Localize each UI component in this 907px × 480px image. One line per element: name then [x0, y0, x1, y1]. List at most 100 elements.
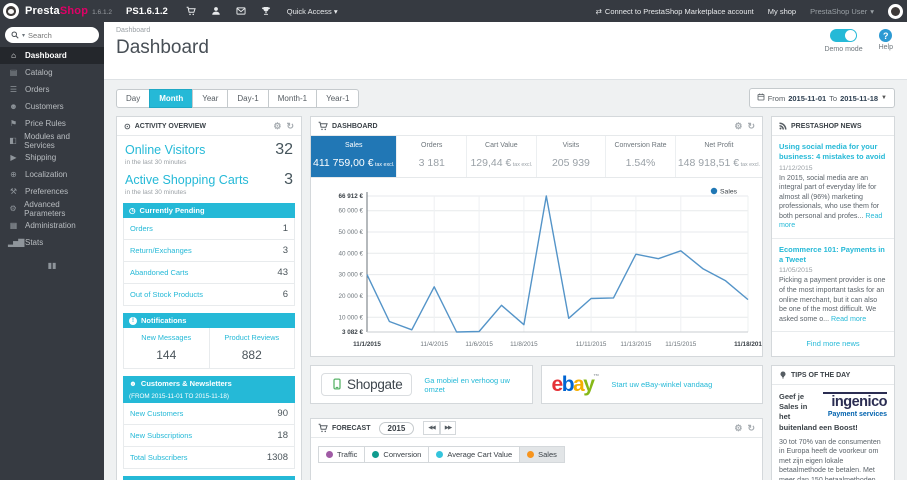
my-shop-link[interactable]: My shop: [768, 7, 796, 16]
stat-row-label[interactable]: Total Subscribers: [130, 453, 188, 462]
stat-column-label[interactable]: New Messages: [126, 333, 207, 342]
sidebar-item-dashboard[interactable]: ⌂ Dashboard: [0, 47, 104, 64]
panel-settings-icon[interactable]: ⚙: [273, 121, 281, 132]
search-input[interactable]: [28, 30, 83, 40]
sidebar-item-shipping[interactable]: ▶ Shipping: [0, 149, 104, 166]
sidebar-item-administration[interactable]: ▦ Administration: [0, 217, 104, 234]
stat-row-label[interactable]: Out of Stock Products: [130, 290, 203, 299]
forecast-legend-traffic[interactable]: Traffic: [318, 446, 366, 463]
demo-mode-toggle[interactable]: [830, 29, 858, 42]
kpi-sales[interactable]: Sales 411 759,00 € tax excl.: [311, 136, 398, 177]
stat-row: New Subscriptions 18: [124, 425, 294, 447]
panel-settings-icon[interactable]: ⚙: [734, 121, 742, 132]
legend-label: Average Cart Value: [447, 450, 513, 459]
cart-icon: [318, 121, 328, 131]
forecast-legend-average-cart-value[interactable]: Average Cart Value: [428, 446, 521, 463]
search-icon: [11, 31, 19, 39]
svg-text:11/15/2015: 11/15/2015: [665, 341, 697, 348]
sidebar: ▾ ⌂ Dashboard ▤ Catalog ☰ Orders ☻ Customers ⚑ Pr…: [0, 22, 104, 480]
online-visitors-link[interactable]: Online Visitors: [125, 143, 205, 157]
sidebar-item-price-rules[interactable]: ⚑ Price Rules: [0, 115, 104, 132]
stat-row-label[interactable]: New Subscriptions: [130, 431, 192, 440]
sidebar-menu: ⌂ Dashboard ▤ Catalog ☰ Orders ☻ Customers ⚑ Pric…: [0, 47, 104, 251]
stat-row-label[interactable]: Orders: [130, 224, 153, 233]
trophy-icon[interactable]: [261, 6, 271, 16]
stat-row-label[interactable]: Return/Exchanges: [130, 246, 192, 255]
cart-icon[interactable]: [186, 6, 196, 16]
sidebar-item-customers[interactable]: ☻ Customers: [0, 98, 104, 115]
news-article-title[interactable]: Ecommerce 101: Payments in a Tweet: [779, 245, 887, 265]
help-icon[interactable]: ?: [879, 29, 893, 42]
sidebar-search[interactable]: ▾: [5, 27, 99, 43]
search-scope-caret[interactable]: ▾: [22, 32, 25, 39]
forecast-legend-conversion[interactable]: Conversion: [364, 446, 430, 463]
kpi-cart-value[interactable]: Cart Value 129,44 € tax excl.: [467, 136, 537, 177]
forecast-prev-button[interactable]: ◀◀: [423, 421, 440, 435]
read-more-link[interactable]: Read more: [831, 315, 866, 323]
active-carts-link[interactable]: Active Shopping Carts: [125, 173, 249, 187]
kpi-net-profit[interactable]: Net Profit 148 918,51 € tax excl.: [676, 136, 762, 177]
catalog-icon: ▤: [9, 68, 18, 77]
sidebar-item-label: Administration: [25, 221, 76, 230]
user-avatar[interactable]: [888, 3, 903, 19]
find-more-news-link[interactable]: Find more news: [772, 332, 894, 356]
brand-shop: Shop: [59, 5, 89, 17]
sidebar-item-preferences[interactable]: ⚒ Preferences: [0, 183, 104, 200]
activity-icon: ⊙: [124, 121, 131, 131]
sidebar-item-localization[interactable]: ⊕ Localization: [0, 166, 104, 183]
sidebar-item-label: Localization: [25, 170, 68, 179]
marketplace-link[interactable]: ⇄ Connect to PrestaShop Marketplace accou…: [596, 7, 754, 16]
news-article-title[interactable]: Using social media for your business: 4 …: [779, 142, 887, 162]
svg-text:11/8/2015: 11/8/2015: [510, 341, 538, 348]
sidebar-item-catalog[interactable]: ▤ Catalog: [0, 64, 104, 81]
user-icon[interactable]: [211, 6, 221, 16]
collapse-sidebar-button[interactable]: ▮▮: [0, 261, 104, 270]
sidebar-item-orders[interactable]: ☰ Orders: [0, 81, 104, 98]
kpi-orders[interactable]: Orders 3 181: [397, 136, 468, 177]
prestashop-logo[interactable]: [3, 3, 19, 19]
shopgate-ad-link[interactable]: Ga mobiel en verhoog uw omzet: [424, 376, 521, 394]
sidebar-item-stats[interactable]: ▂▅▇ Stats: [0, 234, 104, 251]
ebay-ad[interactable]: ebay™ Start uw eBay-winkel vandaag: [540, 365, 763, 404]
read-more-link[interactable]: Read more: [779, 212, 882, 230]
tab-month-1[interactable]: Month-1: [267, 88, 318, 108]
shop-name: PS1.6.1.2: [126, 5, 168, 17]
kpi-conversion-rate[interactable]: Conversion Rate 1.54%: [606, 136, 676, 177]
stat-row-label[interactable]: New Customers: [130, 409, 183, 418]
tab-month[interactable]: Month: [149, 88, 194, 108]
date-range-picker[interactable]: From 2015-11-01 To 2015-11-18 ▼: [748, 88, 895, 108]
ebay-ad-link[interactable]: Start uw eBay-winkel vandaag: [611, 380, 712, 389]
kpi-value: 148 918,51 € tax excl.: [677, 157, 761, 169]
news-articles: Using social media for your business: 4 …: [772, 136, 894, 333]
sidebar-item-label: Customers: [25, 102, 64, 111]
shopgate-ad[interactable]: Shopgate Ga mobiel en verhoog uw omzet: [310, 365, 533, 404]
tab-day-1[interactable]: Day-1: [227, 88, 269, 108]
kpi-visits[interactable]: Visits 205 939: [537, 136, 607, 177]
sales-chart-svg: 3 082 € 10 000 € 20 000 € 30 000 € 40 000 € 5…: [338, 187, 762, 348]
forecast-legend-sales[interactable]: Sales: [519, 446, 565, 463]
panel-settings-icon[interactable]: ⚙: [734, 423, 742, 434]
section-title: Currently Pending: [139, 206, 205, 215]
panel-refresh-icon[interactable]: ↻: [747, 121, 755, 132]
tab-year-1[interactable]: Year-1: [316, 88, 360, 108]
active-carts-sub: in the last 30 minutes: [125, 189, 187, 196]
stat-column-value: 144: [156, 348, 177, 362]
version-label: 1.6.1.2: [92, 8, 113, 16]
sidebar-item-label: Preferences: [25, 187, 69, 196]
quick-access-menu[interactable]: Quick Access ▾: [287, 7, 338, 16]
panel-refresh-icon[interactable]: ↻: [286, 121, 294, 132]
forecast-next-button[interactable]: ▶▶: [439, 421, 457, 435]
panel-refresh-icon[interactable]: ↻: [747, 423, 755, 434]
forecast-year-select[interactable]: 2015: [378, 421, 415, 435]
tab-year[interactable]: Year: [192, 88, 229, 108]
administration-icon: ▦: [9, 221, 18, 230]
stat-row: Abandoned Carts 43: [124, 262, 294, 284]
user-menu[interactable]: PrestaShop User ▾: [810, 7, 874, 16]
tab-day[interactable]: Day: [116, 88, 151, 108]
mail-icon[interactable]: [236, 6, 246, 16]
sidebar-item-advanced-parameters[interactable]: ⚙ Advanced Parameters: [0, 200, 104, 218]
stat-column-label[interactable]: Product Reviews: [212, 333, 293, 342]
stat-row-label[interactable]: Abandoned Carts: [130, 268, 188, 277]
sidebar-item-modules-and-services[interactable]: ◧ Modules and Services: [0, 132, 104, 150]
help-label: Help: [878, 44, 893, 51]
